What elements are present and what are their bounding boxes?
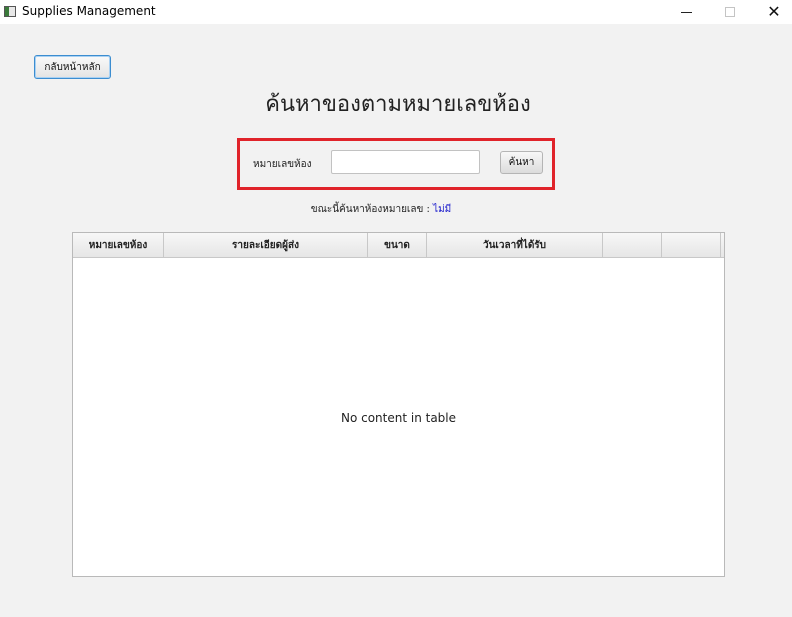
column-header-extra-1[interactable] <box>603 233 662 257</box>
minimize-icon <box>680 11 692 13</box>
close-button[interactable]: ✕ <box>752 0 792 24</box>
search-status-value: ไม่มี <box>433 204 452 215</box>
table-header: หมายเลขห้อง รายละเอียดผู้ส่ง ขนาด วันเวล… <box>73 233 724 258</box>
results-table[interactable]: หมายเลขห้อง รายละเอียดผู้ส่ง ขนาด วันเวล… <box>72 232 725 577</box>
close-icon: ✕ <box>767 2 781 21</box>
search-status-label: ขณะนี้ค้นหาห้องหมายเลข : <box>310 204 430 215</box>
room-number-label: หมายเลขห้อง <box>253 159 312 170</box>
search-button[interactable]: ค้นหา <box>500 151 543 174</box>
maximize-button[interactable] <box>708 0 752 24</box>
back-to-home-button[interactable]: กลับหน้าหลัก <box>34 55 111 79</box>
room-number-input[interactable] <box>331 150 480 174</box>
column-header-sender-details[interactable]: รายละเอียดผู้ส่ง <box>164 233 368 257</box>
page-title: ค้นหาของตามหมายเลขห้อง <box>265 92 531 117</box>
title-bar: Supplies Management ✕ <box>0 0 792 24</box>
column-header-extra-2[interactable] <box>662 233 721 257</box>
search-status: ขณะนี้ค้นหาห้องหมายเลข : ไม่มี <box>0 202 762 217</box>
column-header-size[interactable]: ขนาด <box>368 233 427 257</box>
column-header-received-datetime[interactable]: วันเวลาที่ได้รับ <box>427 233 603 257</box>
minimize-button[interactable] <box>664 0 708 24</box>
maximize-icon <box>725 7 735 17</box>
column-header-room-number[interactable]: หมายเลขห้อง <box>73 233 164 257</box>
window-title: Supplies Management <box>22 4 156 18</box>
table-empty-message: No content in table <box>340 411 457 425</box>
app-icon <box>4 6 16 17</box>
